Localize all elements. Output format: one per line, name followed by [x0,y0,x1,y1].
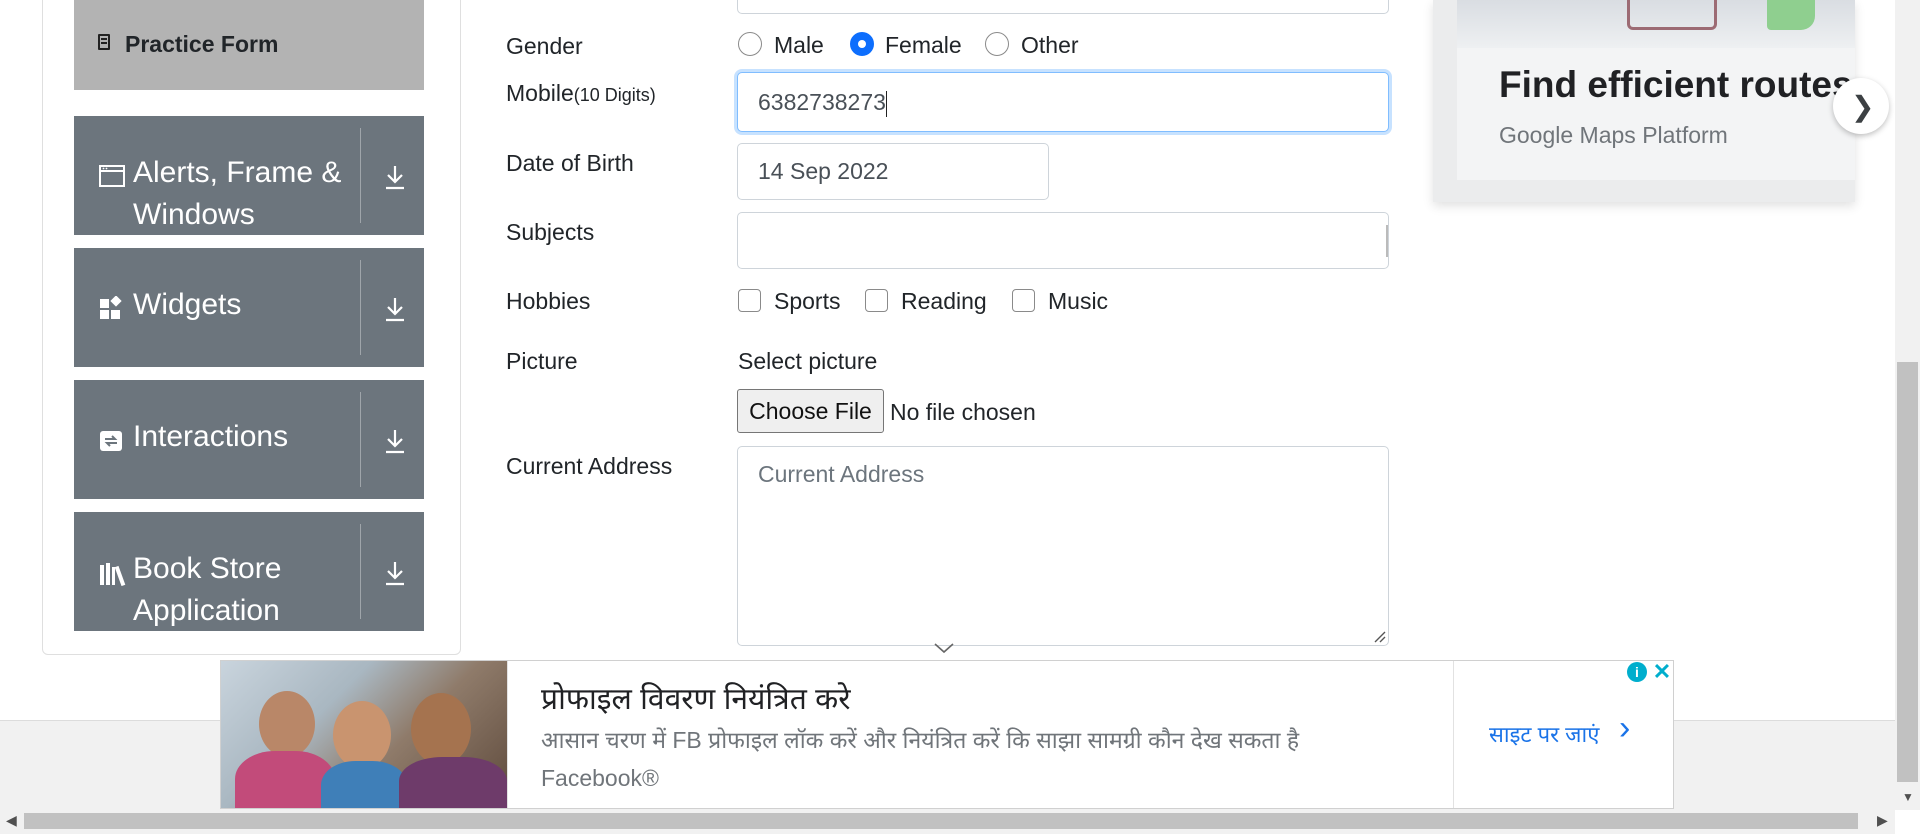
interactions-icon [100,431,122,451]
scroll-down-arrow-icon[interactable]: ▼ [1902,790,1914,804]
ad-description: आसान चरण में FB प्रोफाइल लॉक करें और निय… [541,727,1300,753]
maps-ad-card[interactable]: Find efficient routes Google Maps Platfo… [1433,0,1855,202]
download-arrow-icon[interactable] [384,560,406,586]
widgets-icon [100,296,122,319]
divider [360,260,361,355]
divider [360,524,361,619]
gender-label: Gender [506,33,583,59]
dob-input-value: 14 Sep 2022 [758,158,889,184]
sidebar-group-label: Book Store [133,552,282,585]
chevron-right-icon: ❯ [1851,91,1875,122]
sidebar-group-alerts[interactable]: Alerts, Frame & Windows [74,116,424,235]
hobby-label-reading[interactable]: Reading [901,288,987,315]
ad-headline: प्रोफाइल विवरण नियंत्रित करे [541,683,851,716]
ad-photo-cloth [321,761,407,808]
gender-radio-male[interactable] [738,32,762,56]
text-cursor [885,90,887,117]
sidebar-item-label: Practice Form [125,31,279,57]
horizontal-scroll-thumb[interactable] [24,813,1858,829]
ad-photo-face [333,701,391,769]
scroll-left-arrow-icon[interactable]: ◀ [6,812,17,829]
sidebar-group-label-line2: Windows [133,198,255,231]
sidebar-group-label: Widgets [133,288,242,321]
sidebar-group-label: Interactions [133,420,289,453]
mobile-label: Mobile(10 Digits) [506,80,656,107]
vertical-scroll-thumb[interactable] [1897,362,1918,782]
divider [360,392,361,487]
dob-input[interactable]: 14 Sep 2022 [737,143,1049,200]
maps-ad-subtitle: Google Maps Platform [1499,122,1728,148]
current-address-placeholder: Current Address [758,461,925,487]
picture-label: Picture [506,348,578,374]
download-arrow-icon[interactable] [384,164,406,190]
divider [360,128,361,223]
subjects-input[interactable] [737,212,1389,269]
map-route [1627,0,1717,30]
hobby-label-sports[interactable]: Sports [774,288,840,315]
divider [507,661,508,808]
subjects-caret-edge [1386,225,1388,257]
sidebar-group-book-store[interactable]: Book Store Application [74,512,424,631]
banner-ad[interactable]: प्रोफाइल विवरण नियंत्रित करे आसान चरण मे… [220,660,1674,809]
hobby-checkbox-reading[interactable] [865,289,888,312]
chevron-right-icon[interactable]: › [1619,711,1630,745]
mobile-label-text: Mobile [506,80,574,106]
ad-photo-cloth [399,757,507,808]
sidebar-item-practice-form[interactable]: Practice Form [74,0,424,90]
chevron-down-icon [934,643,954,654]
choose-file-button[interactable]: Choose File [737,389,884,433]
sidebar-group-label: Alerts, Frame & [133,156,342,189]
current-address-textarea[interactable]: Current Address [737,446,1389,646]
resize-handle-icon[interactable] [1372,629,1386,643]
sidebar-group-label-line2: Application [133,594,280,627]
maps-ad-inner: Find efficient routes Google Maps Platfo… [1457,0,1855,180]
maps-ad-title: Find efficient routes [1499,64,1853,105]
gender-radio-other[interactable] [985,32,1009,56]
form-icon [98,34,110,50]
ad-photo-face [411,693,471,765]
ad-close-icon[interactable]: ✕ [1651,661,1673,683]
download-arrow-icon[interactable] [384,296,406,322]
map-park [1767,0,1815,30]
ad-photo-face [259,691,315,757]
divider [1453,661,1454,808]
sidebar-group-widgets[interactable]: Widgets [74,248,424,367]
ad-photo [221,661,507,808]
horizontal-scrollbar[interactable]: ◀ ▶ [0,810,1895,834]
ad-photo-cloth [235,751,335,808]
ad-brand: Facebook® [541,765,659,791]
ad-info-icon[interactable]: i [1627,662,1647,682]
no-file-chosen-text: No file chosen [890,399,1036,425]
gender-option-other[interactable]: Other [1021,32,1079,59]
hobby-checkbox-sports[interactable] [738,289,761,312]
scroll-right-arrow-icon[interactable]: ▶ [1877,812,1888,829]
hobbies-label: Hobbies [506,288,591,314]
mobile-input[interactable]: 6382738273 [737,72,1389,132]
ad-visit-site-link[interactable]: साइट पर जाएं [1489,719,1599,749]
gender-option-male[interactable]: Male [774,32,824,59]
window-icon [99,165,125,187]
books-icon [100,563,126,586]
hobby-label-music[interactable]: Music [1048,288,1108,315]
select-picture-label: Select picture [738,348,878,374]
vertical-scrollbar[interactable]: ▼ [1895,0,1920,810]
map-thumbnail [1457,0,1855,48]
mobile-hint: (10 Digits) [573,85,656,105]
current-address-label: Current Address [506,453,673,479]
maps-ad-next-button[interactable]: ❯ [1833,78,1889,134]
mobile-input-value: 6382738273 [758,89,886,115]
download-arrow-icon[interactable] [384,428,406,454]
previous-field-edge[interactable] [737,0,1389,14]
hobby-checkbox-music[interactable] [1012,289,1035,312]
gender-option-female[interactable]: Female [885,32,962,59]
sidebar-group-interactions[interactable]: Interactions [74,380,424,499]
dob-label: Date of Birth [506,150,634,176]
subjects-label: Subjects [506,219,595,245]
gender-radio-female[interactable] [850,32,874,56]
